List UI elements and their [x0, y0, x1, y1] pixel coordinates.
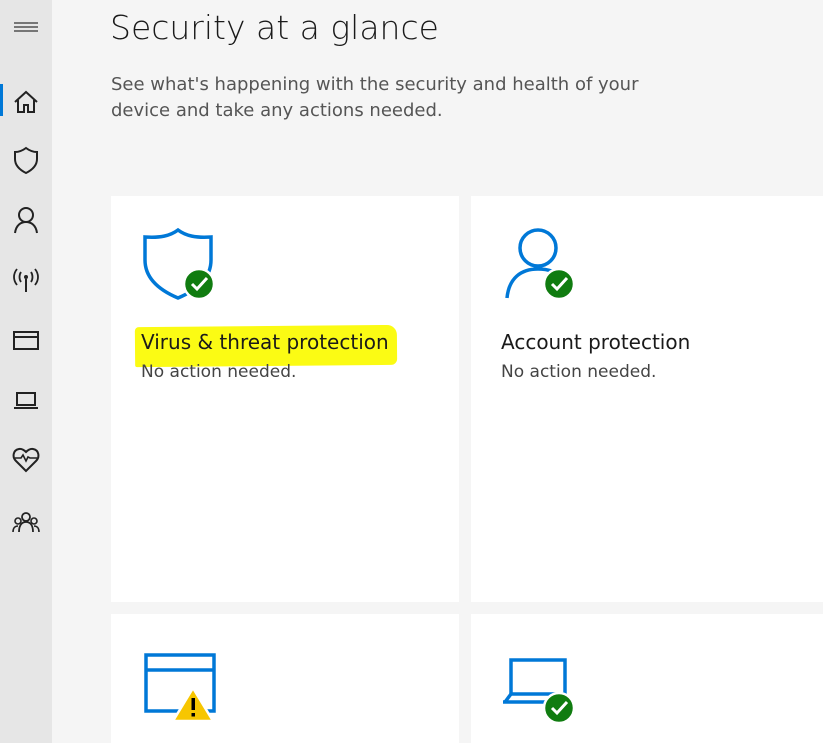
tile-status: No action needed.: [141, 362, 297, 382]
nav-device-security[interactable]: [0, 378, 52, 422]
menu-button[interactable]: [0, 6, 52, 50]
tile-account-protection[interactable]: Account protection No action needed.: [471, 196, 823, 602]
nav-app-browser-control[interactable]: [0, 318, 52, 362]
nav-virus-protection[interactable]: [0, 138, 52, 182]
tile-app-browser-control[interactable]: [111, 614, 459, 743]
person-icon: [14, 207, 38, 234]
tile-title: Account protection: [501, 330, 691, 354]
family-icon: [12, 512, 40, 533]
laptop-check-icon: [501, 652, 581, 732]
main-content: Security at a glance See what's happenin…: [52, 0, 823, 743]
browser-window-icon: [13, 331, 39, 350]
nav-family-options[interactable]: [0, 500, 52, 544]
wireless-icon: [13, 268, 39, 292]
nav-firewall[interactable]: [0, 258, 52, 302]
shield-icon: [14, 146, 38, 174]
menu-icon: [14, 22, 38, 32]
page-description: See what's happening with the security a…: [111, 74, 639, 121]
nav-device-health[interactable]: [0, 438, 52, 482]
person-check-icon: [501, 226, 581, 306]
tile-virus-threat-protection[interactable]: Virus & threat protection No action need…: [111, 196, 459, 602]
nav-home[interactable]: [0, 80, 52, 124]
tile-device-security[interactable]: [471, 614, 823, 743]
page-title: Security at a glance: [110, 8, 439, 47]
laptop-icon: [14, 392, 38, 409]
browser-warning-icon: [141, 652, 221, 728]
tile-title: Virus & threat protection: [141, 330, 389, 354]
nav-account-protection[interactable]: [0, 198, 52, 242]
home-icon: [14, 90, 38, 113]
heart-pulse-icon: [12, 447, 40, 473]
shield-check-icon: [141, 226, 221, 306]
sidebar: [0, 0, 52, 743]
tile-status: No action needed.: [501, 362, 657, 382]
